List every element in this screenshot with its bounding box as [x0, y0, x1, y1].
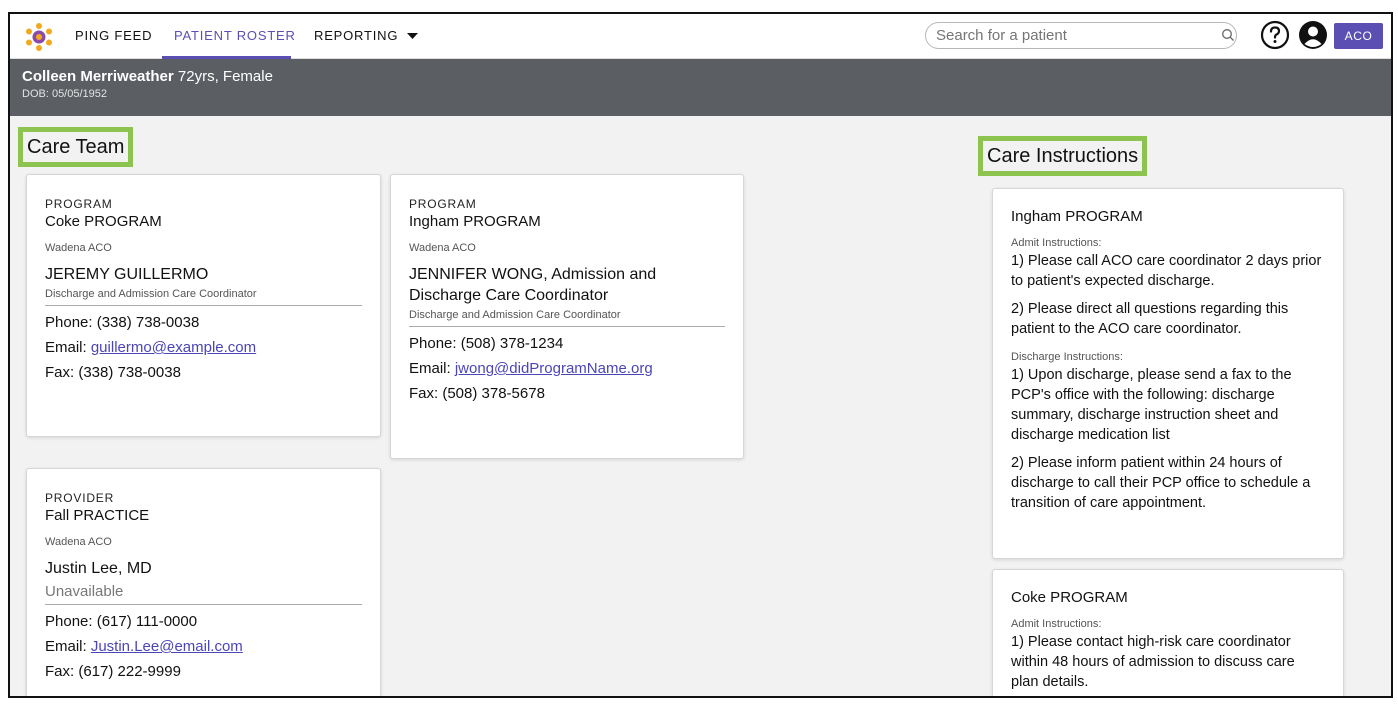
email-line: Email: guillermo@example.com — [45, 339, 362, 356]
instruction-program-name: Coke PROGRAM — [1011, 589, 1128, 606]
instruction-program-name: Ingham PROGRAM — [1011, 208, 1143, 225]
email-label: Email: — [45, 638, 91, 655]
card-type-label: PROGRAM — [409, 197, 477, 211]
card-type-label: PROGRAM — [45, 197, 113, 211]
patient-name-line: Colleen Merriweather 72yrs, Female — [22, 68, 1379, 85]
program-name: Ingham PROGRAM — [409, 213, 541, 230]
care-instruction-card: Ingham PROGRAM Admit Instructions: 1) Pl… — [992, 188, 1344, 559]
help-icon[interactable] — [1260, 20, 1290, 50]
patient-age-gender: 72yrs, Female — [177, 68, 273, 85]
app-window: PING FEED PATIENT ROSTER REPORTING ACO C… — [8, 12, 1393, 698]
email-link[interactable]: jwong@didProgramName.org — [455, 360, 653, 377]
contact-name: JENNIFER WONG, Admission and Discharge C… — [409, 266, 657, 304]
caret-down-icon — [406, 33, 418, 39]
aco-button[interactable]: ACO — [1334, 23, 1383, 49]
patient-header: Colleen Merriweather 72yrs, Female DOB: … — [10, 59, 1391, 116]
patient-search-input[interactable] — [925, 22, 1237, 49]
nav-reporting[interactable]: REPORTING — [314, 28, 418, 43]
patient-dob: DOB: 05/05/1952 — [22, 88, 108, 100]
admit-instruction: 1) Please contact high-risk care coordin… — [1011, 634, 1295, 690]
nav-patient-roster[interactable]: PATIENT ROSTER — [174, 28, 296, 43]
organization-name: Wadena ACO — [409, 242, 476, 254]
patient-name: Colleen Merriweather — [22, 68, 174, 85]
organization-name: Wadena ACO — [45, 242, 112, 254]
admit-instruction: 1) Please call ACO care coordinator 2 da… — [1011, 253, 1322, 289]
phone-number: Phone: (338) 738-0038 — [45, 314, 200, 331]
admit-instruction: 2) Please direct all questions regarding… — [1011, 301, 1289, 337]
care-team-card: PROVIDER Fall PRACTICE Wadena ACO Justin… — [26, 468, 381, 696]
care-team-title: Care Team — [18, 127, 134, 167]
contact-name: Justin Lee, MD — [45, 560, 152, 577]
email-label: Email: — [409, 360, 455, 377]
card-type-label: PROVIDER — [45, 491, 115, 505]
program-name: Coke PROGRAM — [45, 213, 162, 230]
search-icon[interactable] — [1221, 28, 1235, 42]
admit-instructions-label: Admit Instructions: — [1011, 618, 1102, 630]
discharge-instruction: 2) Please inform patient within 24 hours… — [1011, 455, 1311, 511]
availability-status: Unavailable — [45, 583, 362, 605]
care-instruction-card: Coke PROGRAM Admit Instructions: 1) Plea… — [992, 569, 1344, 696]
email-label: Email: — [45, 339, 91, 356]
fax-number: Fax: (338) 738-0038 — [45, 364, 181, 381]
nav-reporting-label: REPORTING — [314, 28, 399, 43]
discharge-instructions-label: Discharge Instructions: — [1011, 351, 1123, 363]
nav-ping-feed[interactable]: PING FEED — [75, 28, 152, 43]
user-account-icon[interactable] — [1298, 20, 1328, 50]
program-name: Fall PRACTICE — [45, 507, 150, 524]
fax-number: Fax: (508) 378-5678 — [409, 385, 545, 402]
email-link[interactable]: guillermo@example.com — [91, 339, 256, 356]
email-line: Email: Justin.Lee@email.com — [45, 638, 362, 655]
admit-instructions-label: Admit Instructions: — [1011, 237, 1102, 249]
care-team-card: PROGRAM Coke PROGRAM Wadena ACO JEREMY G… — [26, 174, 381, 437]
email-link[interactable]: Justin.Lee@email.com — [91, 638, 243, 655]
top-navigation-bar: PING FEED PATIENT ROSTER REPORTING ACO — [10, 14, 1391, 59]
email-line: Email: jwong@didProgramName.org — [409, 360, 725, 377]
app-logo-icon[interactable] — [24, 22, 54, 52]
care-team-card: PROGRAM Ingham PROGRAM Wadena ACO JENNIF… — [390, 174, 744, 459]
phone-number: Phone: (508) 378-1234 — [409, 335, 564, 352]
fax-number: Fax: (617) 222-9999 — [45, 663, 181, 680]
contact-role: Discharge and Admission Care Coordinator — [45, 288, 362, 306]
discharge-instruction: 1) Upon discharge, please send a fax to … — [1011, 367, 1292, 443]
contact-role: Discharge and Admission Care Coordinator — [409, 309, 725, 327]
organization-name: Wadena ACO — [45, 536, 112, 548]
care-instructions-title: Care Instructions — [978, 136, 1148, 176]
phone-number: Phone: (617) 111-0000 — [45, 613, 198, 630]
contact-name: JEREMY GUILLERMO — [45, 266, 209, 283]
